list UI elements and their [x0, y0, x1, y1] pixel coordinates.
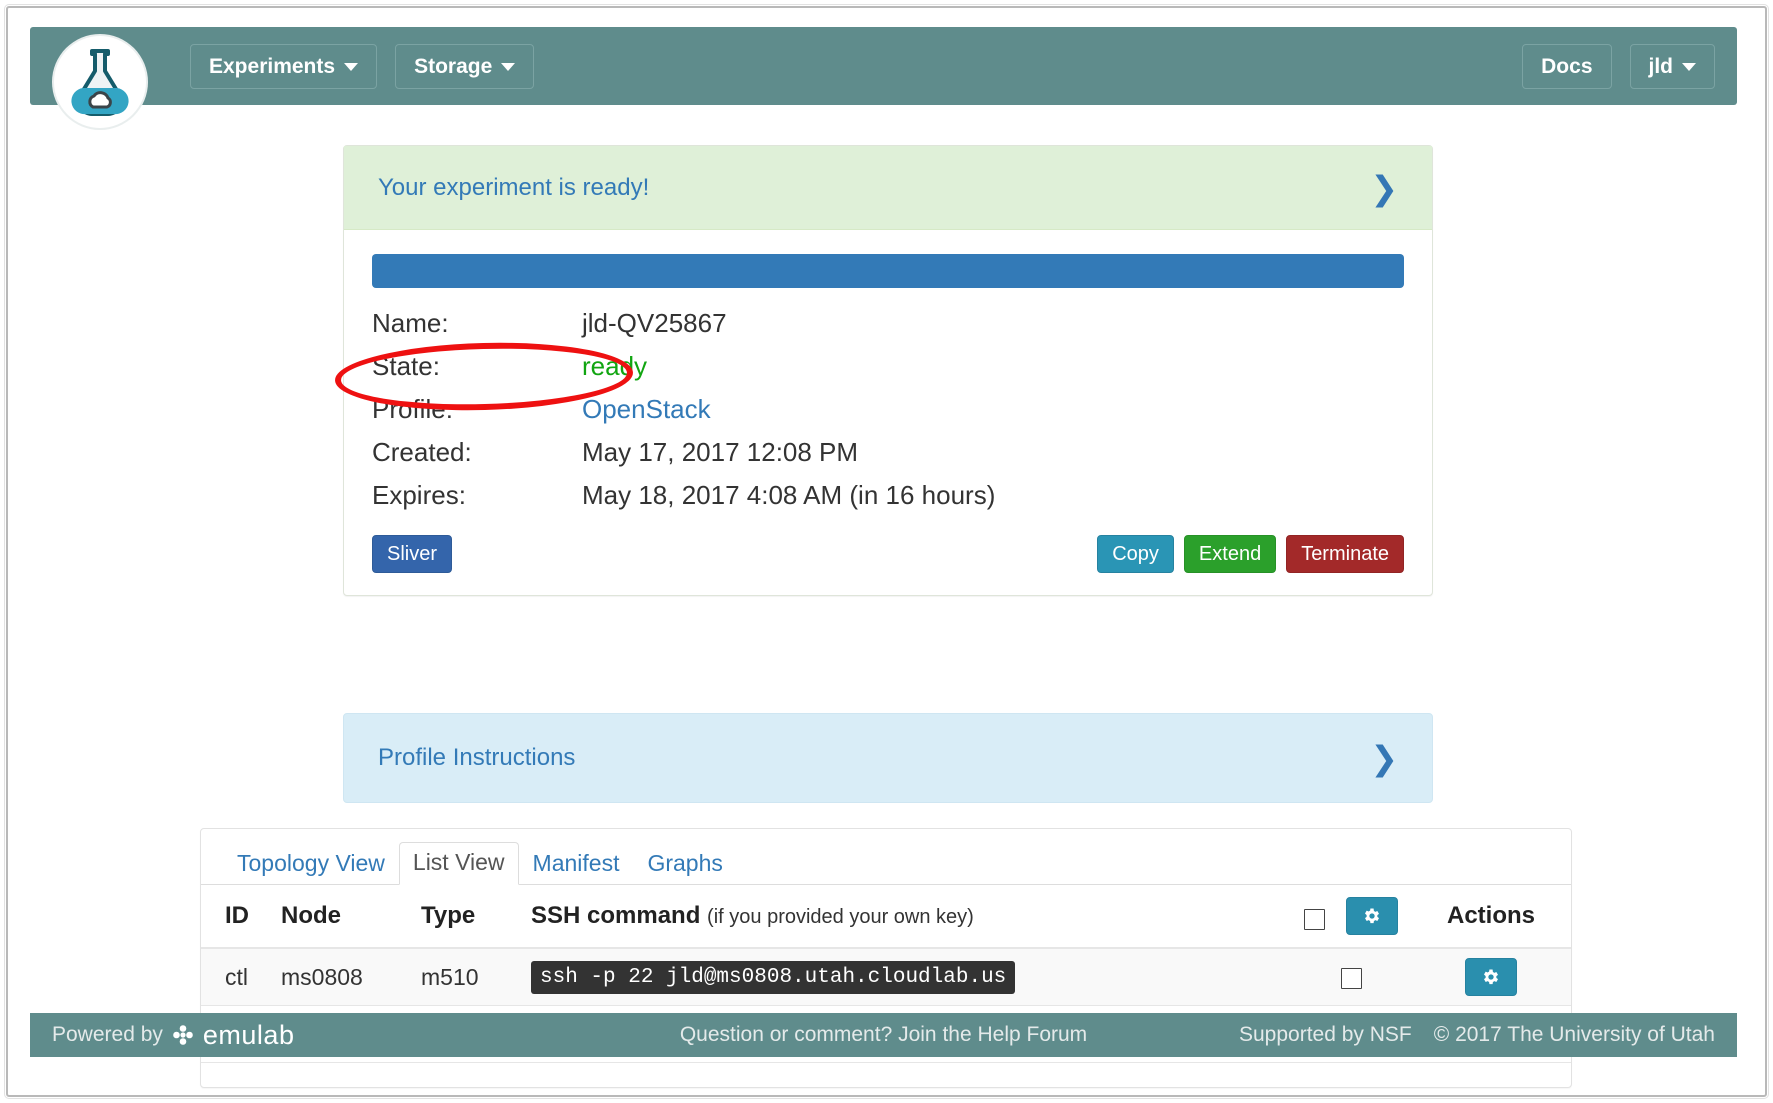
column-header-type: Type — [421, 887, 531, 949]
experiment-right-buttons: Copy Extend Terminate — [1097, 535, 1404, 573]
detail-value-name: jld-QV25867 — [582, 308, 727, 338]
row-actions-cell — [1411, 948, 1571, 1006]
row-node: ms0808 — [281, 948, 421, 1006]
experiment-progress-fill — [372, 254, 1404, 288]
detail-label-created: Created: — [372, 437, 472, 467]
navbar: Experiments Storage Docs jld — [30, 27, 1737, 105]
row-type: m510 — [421, 948, 531, 1006]
table-header-row: ID Node Type SSH command (if you provide… — [201, 887, 1571, 949]
chevron-down-icon — [344, 62, 359, 71]
experiment-status-title: Your experiment is ready! — [378, 173, 650, 201]
detail-label-state: State: — [372, 351, 440, 381]
column-header-ssh-note: (if you provided your own key) — [707, 906, 974, 928]
detail-value-created: May 17, 2017 12:08 PM — [582, 437, 859, 467]
cloudlab-logo[interactable] — [54, 36, 146, 128]
column-header-select-all — [1291, 887, 1411, 949]
detail-label-expires: Expires: — [372, 480, 466, 510]
gear-icon — [1364, 908, 1379, 924]
tab-list-view[interactable]: List View — [398, 842, 519, 885]
flask-cloud-logo-icon — [71, 49, 129, 117]
detail-label-profile: Profile: — [372, 394, 453, 424]
column-header-actions: Actions — [1411, 887, 1571, 949]
column-header-ssh: SSH command (if you provided your own ke… — [531, 887, 1291, 949]
table-row: ctl ms0808 m510 ssh -p 22 jld@ms0808.uta… — [201, 948, 1571, 1006]
tab-graphs[interactable]: Graphs — [633, 843, 736, 885]
nav-button-user-label: jld — [1648, 54, 1674, 78]
tab-topology-view[interactable]: Topology View — [223, 843, 399, 885]
footer-powered-by-label: Powered by — [52, 1023, 163, 1046]
footer-emulab-name: emulab — [202, 1019, 295, 1050]
navbar-left-group: Experiments Storage — [190, 44, 535, 89]
experiment-details: Name: jld-QV25867 State: ready Profile: … — [372, 308, 1404, 523]
detail-row-profile: Profile: OpenStack — [372, 394, 1404, 437]
page-root: Experiments Storage Docs jld Your experi… — [0, 0, 1773, 1103]
experiment-status-header[interactable]: Your experiment is ready! ❯ — [344, 146, 1432, 230]
nodes-table-head: ID Node Type SSH command (if you provide… — [201, 887, 1571, 949]
column-header-id: ID — [201, 887, 281, 949]
nav-button-storage[interactable]: Storage — [395, 44, 535, 89]
detail-value-profile-link[interactable]: OpenStack — [582, 394, 711, 425]
nodes-tabs: Topology View List View Manifest Graphs — [201, 829, 1571, 885]
profile-instructions-panel[interactable]: Profile Instructions ❯ — [343, 713, 1433, 803]
footer-help-link[interactable]: Question or comment? Join the Help Forum — [680, 1023, 1087, 1047]
detail-row-created: Created: May 17, 2017 12:08 PM — [372, 437, 1404, 480]
experiment-panel-body: Name: jld-QV25867 State: ready Profile: … — [344, 230, 1432, 595]
row-id: ctl — [201, 948, 281, 1006]
detail-row-state: State: ready — [372, 351, 1404, 394]
detail-value-state: ready — [582, 351, 648, 381]
select-all-checkbox[interactable] — [1304, 909, 1326, 931]
row-actions-gear-button[interactable] — [1465, 958, 1517, 996]
footer-powered-by: Powered by emulab — [52, 1020, 294, 1051]
footer: Powered by emulab Question or comment? J… — [30, 1013, 1737, 1057]
nav-button-user-menu[interactable]: jld — [1629, 44, 1715, 89]
column-header-node: Node — [281, 887, 421, 949]
nav-button-experiments[interactable]: Experiments — [190, 44, 378, 89]
nav-button-experiments-label: Experiments — [209, 54, 336, 78]
experiment-panel: Your experiment is ready! ❯ Name: jld-QV… — [343, 145, 1433, 596]
nav-button-storage-label: Storage — [414, 54, 493, 78]
chevron-down-icon — [1682, 62, 1696, 71]
navbar-right-group: Docs jld — [1522, 44, 1715, 89]
detail-label-name: Name: — [372, 308, 449, 338]
detail-row-expires: Expires: May 18, 2017 4:08 AM (in 16 hou… — [372, 480, 1404, 523]
detail-row-name: Name: jld-QV25867 — [372, 308, 1404, 351]
gear-icon — [1484, 969, 1498, 985]
row-checkbox[interactable] — [1340, 967, 1362, 989]
tab-manifest[interactable]: Manifest — [519, 843, 634, 885]
terminate-button[interactable]: Terminate — [1286, 535, 1404, 573]
profile-instructions-title: Profile Instructions — [378, 744, 576, 771]
nav-button-docs[interactable]: Docs — [1522, 44, 1612, 89]
chevron-right-icon[interactable]: ❯ — [1370, 171, 1398, 204]
footer-right-group: Supported by NSF © 2017 The University o… — [1239, 1023, 1715, 1047]
copy-button[interactable]: Copy — [1097, 535, 1174, 573]
experiment-action-buttons: Sliver Copy Extend Terminate — [372, 535, 1404, 573]
emulab-flower-logo-icon — [173, 1025, 193, 1045]
row-ssh-cell: ssh -p 22 jld@ms0808.utah.cloudlab.us — [531, 948, 1291, 1006]
extend-button[interactable]: Extend — [1183, 535, 1277, 573]
chevron-right-icon[interactable]: ❯ — [1370, 742, 1398, 775]
footer-copyright: © 2017 The University of Utah — [1433, 1023, 1715, 1046]
bulk-actions-gear-button[interactable] — [1345, 897, 1398, 935]
row-select-cell — [1291, 948, 1411, 1006]
column-header-ssh-label: SSH command — [531, 902, 701, 929]
footer-nsf-label: Supported by NSF — [1239, 1023, 1412, 1046]
chevron-down-icon — [501, 62, 516, 71]
ssh-command[interactable]: ssh -p 22 jld@ms0808.utah.cloudlab.us — [531, 960, 1016, 994]
experiment-progress-bar — [372, 254, 1404, 288]
detail-value-expires: May 18, 2017 4:08 AM (in 16 hours) — [582, 480, 996, 510]
sliver-button[interactable]: Sliver — [372, 535, 453, 573]
nav-button-docs-label: Docs — [1541, 54, 1593, 78]
